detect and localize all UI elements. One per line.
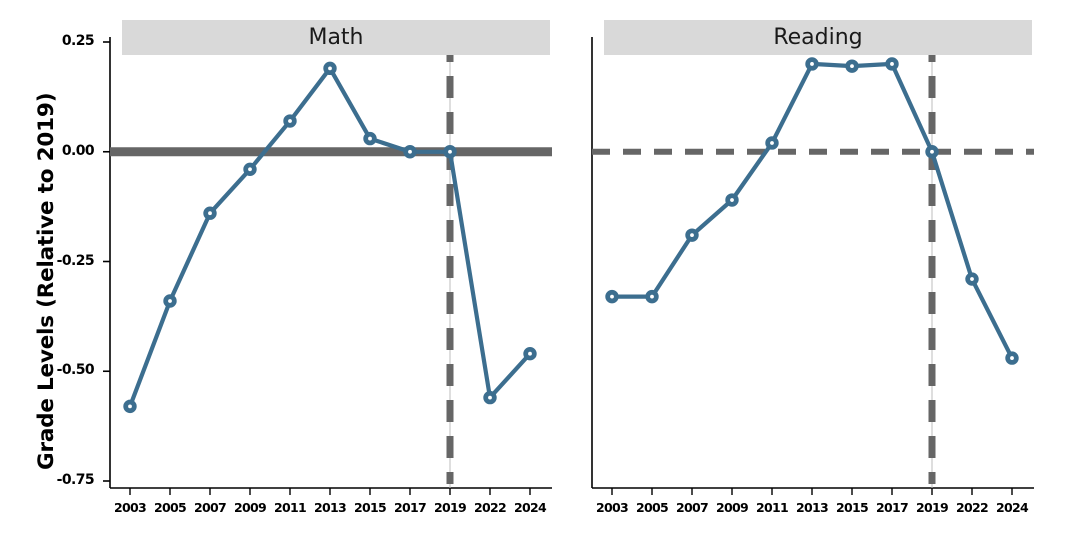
data-point-marker-center	[970, 277, 974, 281]
series-line	[127, 66, 533, 409]
data-point-marker-center	[408, 149, 412, 154]
data-point-marker-center	[128, 404, 132, 409]
data-point-marker-center	[890, 62, 894, 66]
data-point-marker-center	[528, 351, 532, 356]
data-point-marker-center	[1010, 356, 1014, 360]
data-point-marker-center	[448, 149, 452, 154]
data-point-marker-center	[650, 294, 654, 299]
data-point-marker-center	[248, 167, 252, 172]
data-point-marker-center	[810, 62, 814, 66]
panel-title-reading: Reading	[604, 20, 1032, 55]
data-point-marker-center	[168, 299, 172, 303]
x-tick-label: 2024	[514, 500, 547, 515]
x-tick-label: 2024	[996, 500, 1029, 515]
data-point-marker-center	[850, 64, 854, 69]
data-point-marker-center	[328, 66, 332, 71]
data-point-marker-center	[288, 119, 292, 123]
y-tick-label: -0.50	[56, 362, 95, 379]
y-tick-label: 0.25	[61, 33, 95, 49]
data-point-marker-center	[610, 294, 614, 299]
figure-canvas: Grade Levels (Relative to 2019) Math Rea…	[0, 0, 1080, 552]
series-line	[609, 61, 1015, 361]
y-tick-label: -0.75	[56, 472, 95, 488]
data-point-marker-center	[488, 395, 492, 400]
y-tick-label: -0.25	[56, 252, 95, 269]
panel-title-math: Math	[122, 20, 550, 55]
y-tick-label: 0.00	[61, 142, 95, 159]
data-point-marker-center	[770, 141, 774, 145]
data-point-marker-center	[730, 198, 734, 202]
data-point-marker-center	[208, 211, 212, 216]
data-point-marker-center	[690, 233, 694, 238]
data-point-marker-center	[930, 149, 934, 154]
chart-plot-area	[103, 22, 1034, 495]
data-point-marker-center	[368, 136, 372, 141]
y-axis-title-container: Grade Levels (Relative to 2019)	[0, 0, 59, 552]
